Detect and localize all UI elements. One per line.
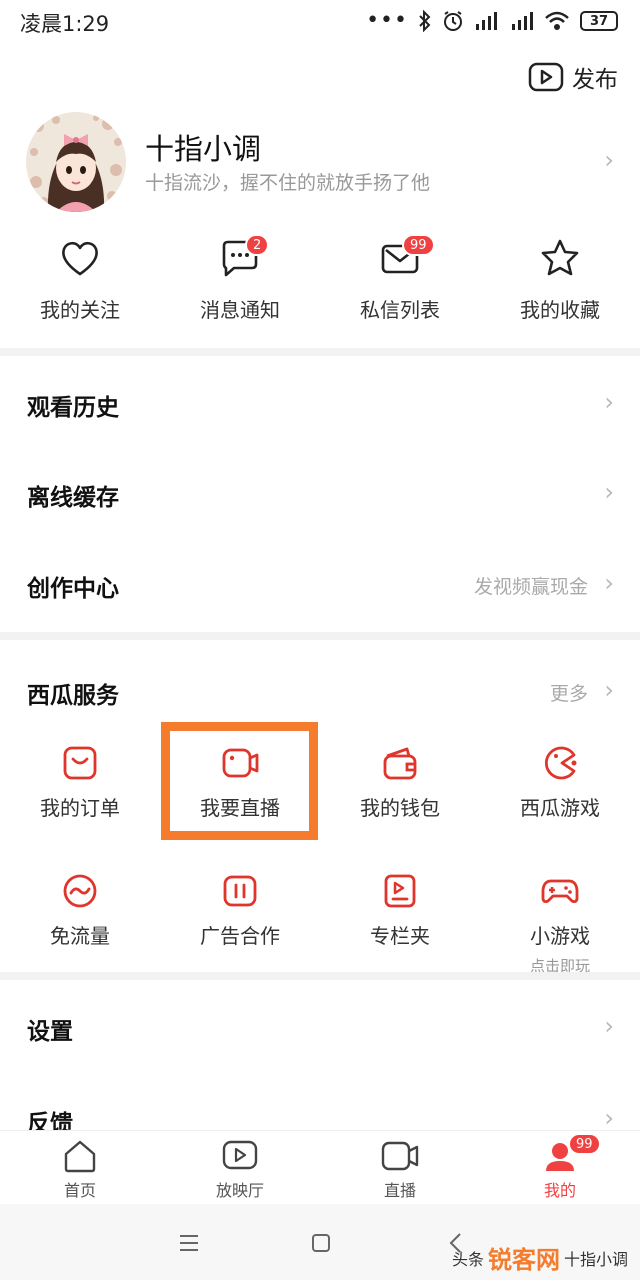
profile-card[interactable]: 十指小调 十指流沙，握不住的就放手扬了他 › [0, 108, 640, 212]
service-item-free-data[interactable]: 免流量 [0, 872, 160, 976]
watermark-site: 锐客网 [487, 1246, 560, 1274]
services-title: 西瓜服务 [27, 683, 119, 709]
row-label: 设置 [27, 1019, 73, 1045]
wifi-icon [545, 11, 569, 30]
services-header: 西瓜服务 更多 › [0, 646, 640, 736]
chevron-right-icon: › [604, 1104, 614, 1132]
service-label: 广告合作 [200, 924, 280, 948]
chevron-right-icon: › [604, 676, 614, 704]
section-divider [0, 972, 640, 980]
watermark-suffix: 十指小调 [563, 1249, 628, 1269]
chevron-right-icon: › [604, 478, 614, 506]
play-screen-icon [222, 1140, 258, 1170]
order-icon [63, 746, 97, 780]
service-item-ad-partnership[interactable]: 广告合作 [160, 872, 320, 976]
service-item-wallet[interactable]: 我的钱包 [320, 744, 480, 821]
profile-name: 十指小调 [145, 132, 262, 166]
quick-item-notifications[interactable]: 2 消息通知 [160, 234, 320, 336]
row-label: 离线缓存 [27, 485, 119, 511]
service-label: 西瓜游戏 [520, 796, 600, 820]
tab-live[interactable]: 直播 [320, 1131, 480, 1202]
section-divider [0, 348, 640, 356]
service-item-orders[interactable]: 我的订单 [0, 744, 160, 821]
menu-lines-icon [180, 1235, 198, 1251]
tab-me[interactable]: 99 我的 [480, 1131, 640, 1202]
services-more-link[interactable]: 更多 [550, 679, 588, 706]
tab-label: 直播 [383, 1181, 416, 1200]
service-label: 我的订单 [40, 796, 120, 820]
gamepad-icon [541, 879, 579, 904]
profile-signature: 十指流沙，握不住的就放手扬了他 [145, 172, 431, 194]
wallet-icon [383, 747, 417, 780]
settings-row[interactable]: 设置 › [0, 982, 640, 1072]
pacman-icon [544, 746, 577, 780]
publish-label: 发布 [572, 67, 618, 93]
play-box-icon [528, 62, 564, 92]
service-label: 专栏夹 [370, 924, 430, 948]
alarm-icon [444, 11, 462, 31]
home-icon [64, 1140, 96, 1173]
chevron-right-icon: › [604, 146, 614, 174]
message-badge: 99 [402, 234, 435, 256]
quick-label: 我的关注 [40, 298, 120, 322]
row-label: 观看历史 [27, 395, 119, 421]
status-bar: 凌晨1:29 ••• 37 [0, 0, 640, 44]
square-icon [312, 1234, 330, 1252]
signal-hd-icon [476, 12, 497, 30]
quick-item-favorites[interactable]: 我的收藏 [480, 236, 640, 336]
avatar[interactable] [26, 112, 126, 212]
tab-label: 放映厅 [215, 1181, 264, 1200]
service-label: 我的钱包 [360, 796, 440, 820]
publish-button[interactable]: 发布 [528, 60, 618, 94]
bottom-tab-bar: 首页 放映厅 直播 99 我的 [0, 1130, 640, 1202]
menu-row-history[interactable]: 观看历史 › [0, 358, 640, 448]
chevron-right-icon: › [604, 1012, 614, 1040]
watermark-prefix: 头条 [451, 1249, 484, 1269]
system-nav-bar: 头条 锐客网 十指小调 [0, 1204, 640, 1280]
service-label: 小游戏 [530, 924, 590, 948]
menu-row-creator-center[interactable]: 创作中心 发视频赢现金 › [0, 539, 640, 629]
status-time: 凌晨1:29 [20, 12, 110, 36]
bluetooth-icon [419, 10, 431, 32]
tab-badge: 99 [568, 1133, 601, 1155]
row-hint: 发视频赢现金 [473, 576, 588, 598]
status-icons: ••• 37 [366, 8, 618, 34]
chevron-right-icon: › [604, 569, 614, 597]
more-dots-icon: ••• [366, 8, 408, 33]
tab-home[interactable]: 首页 [0, 1131, 160, 1202]
services-grid-row-2: 免流量 广告合作 专栏夹 小游戏 点击即玩 [0, 872, 640, 976]
quick-actions: 我的关注 2 消息通知 99 私信列表 我的收藏 [0, 234, 640, 336]
service-label: 免流量 [50, 924, 110, 948]
signal-icon [512, 12, 533, 30]
service-item-xigua-games[interactable]: 西瓜游戏 [480, 744, 640, 821]
column-icon [384, 874, 416, 908]
menu-button[interactable] [174, 1228, 204, 1258]
quick-label: 我的收藏 [520, 298, 600, 322]
watermark: 头条 锐客网 十指小调 [452, 1240, 628, 1275]
row-label: 创作中心 [27, 576, 119, 602]
menu-row-offline-cache[interactable]: 离线缓存 › [0, 448, 640, 538]
notification-badge: 2 [245, 234, 270, 256]
quick-item-follow[interactable]: 我的关注 [0, 236, 160, 336]
tab-label: 我的 [543, 1181, 576, 1200]
quick-item-messages[interactable]: 99 私信列表 [320, 234, 480, 336]
home-button[interactable] [306, 1228, 336, 1258]
service-item-column-folder[interactable]: 专栏夹 [320, 872, 480, 976]
services-grid-row-1: 我的订单 我要直播 我的钱包 西瓜游戏 [0, 744, 640, 821]
chevron-right-icon: › [604, 388, 614, 416]
video-camera-icon [381, 1141, 419, 1171]
ad-icon [223, 875, 257, 907]
battery-indicator: 37 [580, 11, 618, 31]
star-icon [541, 239, 579, 276]
quick-label: 私信列表 [360, 298, 440, 322]
tab-screening-hall[interactable]: 放映厅 [160, 1131, 320, 1202]
tab-label: 首页 [63, 1181, 96, 1200]
heart-icon [62, 241, 98, 276]
highlight-annotation-box [161, 722, 318, 840]
wave-icon [63, 874, 97, 908]
service-item-mini-games[interactable]: 小游戏 点击即玩 [480, 872, 640, 976]
quick-label: 消息通知 [200, 298, 280, 322]
section-divider [0, 632, 640, 640]
